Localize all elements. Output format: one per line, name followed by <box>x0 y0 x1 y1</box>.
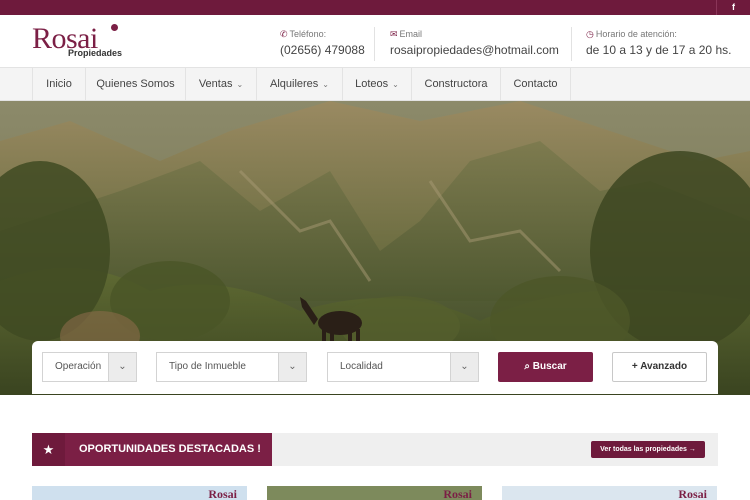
nav-item-contacto[interactable]: Contacto <box>501 68 571 100</box>
nav-item-quienes-somos[interactable]: Quienes Somos <box>86 68 186 100</box>
phone-icon: ✆ <box>280 29 288 39</box>
nav-item-alquileres[interactable]: Alquileres ⌄ <box>257 68 343 100</box>
card-watermark: Rosai <box>443 487 472 500</box>
card-watermark: Rosai <box>208 487 237 500</box>
property-card[interactable]: Rosai <box>32 486 247 500</box>
chevron-down-icon: ⌄ <box>108 353 136 381</box>
nav-item-ventas[interactable]: Ventas ⌄ <box>186 68 257 100</box>
nav-label: Ventas <box>198 78 233 90</box>
main-nav: Inicio Quienes Somos Ventas ⌄ Alquileres ⌄… <box>0 67 750 101</box>
email-info: ✉ Email rosaipropiedades@hotmail.com <box>390 29 559 57</box>
chevron-down-icon: ⌄ <box>278 353 306 381</box>
search-icon: ⌕ <box>524 361 530 372</box>
divider <box>374 27 375 61</box>
arrow-right-icon: → <box>688 446 696 453</box>
property-search-form: Operación ⌄ Tipo de Inmueble ⌄ Localidad… <box>32 341 718 394</box>
search-button-label: Buscar <box>532 361 567 372</box>
plus-icon: + <box>631 361 638 372</box>
chevron-down-icon: ⌄ <box>392 80 399 89</box>
search-button[interactable]: ⌕ Buscar <box>498 352 593 382</box>
nav-item-constructora[interactable]: Constructora <box>412 68 501 100</box>
localidad-select[interactable]: Localidad ⌄ <box>327 352 479 382</box>
site-logo[interactable]: Rosai Propiedades <box>32 22 142 64</box>
phone-value: (02656) 479088 <box>280 43 365 57</box>
nav-label: Contacto <box>513 78 558 90</box>
phone-label: Teléfono: <box>289 29 327 39</box>
site-header: Rosai Propiedades ✆ Teléfono: (02656) 479… <box>0 15 750 67</box>
facebook-icon[interactable]: f <box>716 0 750 15</box>
advanced-search-label: Avanzado <box>640 361 688 372</box>
nav-label: Constructora <box>424 78 488 90</box>
featured-title: OPORTUNIDADES DESTACADAS ! <box>65 433 272 466</box>
chevron-down-icon: ⌄ <box>450 353 478 381</box>
clock-icon: ◷ <box>586 29 594 39</box>
nav-label: Quienes Somos <box>96 78 175 90</box>
divider <box>571 27 572 61</box>
tipo-inmueble-select[interactable]: Tipo de Inmueble ⌄ <box>156 352 307 382</box>
hours-value: de 10 a 13 y de 17 a 20 hs. <box>586 43 732 57</box>
email-label: Email <box>399 29 423 39</box>
nav-item-loteos[interactable]: Loteos ⌄ <box>343 68 412 100</box>
chevron-down-icon: ⌄ <box>322 80 329 89</box>
operacion-select-value: Operación <box>55 361 102 372</box>
nav-label: Alquileres <box>269 78 319 90</box>
nav-item-inicio[interactable]: Inicio <box>32 68 86 100</box>
view-all-properties-button[interactable]: Ver todas las propiedades → <box>591 441 705 458</box>
nav-label: Inicio <box>46 78 72 90</box>
property-card[interactable]: Rosai <box>502 486 717 500</box>
advanced-search-button[interactable]: + Avanzado <box>612 352 707 382</box>
star-icon: ★ <box>32 433 65 466</box>
featured-header: ★ OPORTUNIDADES DESTACADAS ! Ver todas l… <box>32 433 718 466</box>
card-watermark: Rosai <box>678 487 707 500</box>
top-bar: f <box>0 0 750 15</box>
hours-label: Horario de atención: <box>595 29 677 39</box>
property-card[interactable]: Rosai <box>267 486 482 500</box>
envelope-icon: ✉ <box>390 29 398 39</box>
email-value[interactable]: rosaipropiedades@hotmail.com <box>390 43 559 57</box>
phone-info: ✆ Teléfono: (02656) 479088 <box>280 29 365 57</box>
logo-dot <box>111 24 118 31</box>
localidad-select-value: Localidad <box>340 361 383 372</box>
nav-label: Loteos <box>355 78 389 90</box>
hours-info: ◷ Horario de atención: de 10 a 13 y de 17… <box>586 29 731 57</box>
tipo-inmueble-select-value: Tipo de Inmueble <box>169 361 246 372</box>
operacion-select[interactable]: Operación ⌄ <box>42 352 137 382</box>
view-all-label: Ver todas las propiedades <box>600 446 687 453</box>
chevron-down-icon: ⌄ <box>236 80 244 89</box>
logo-tagline: Propiedades <box>68 48 123 58</box>
